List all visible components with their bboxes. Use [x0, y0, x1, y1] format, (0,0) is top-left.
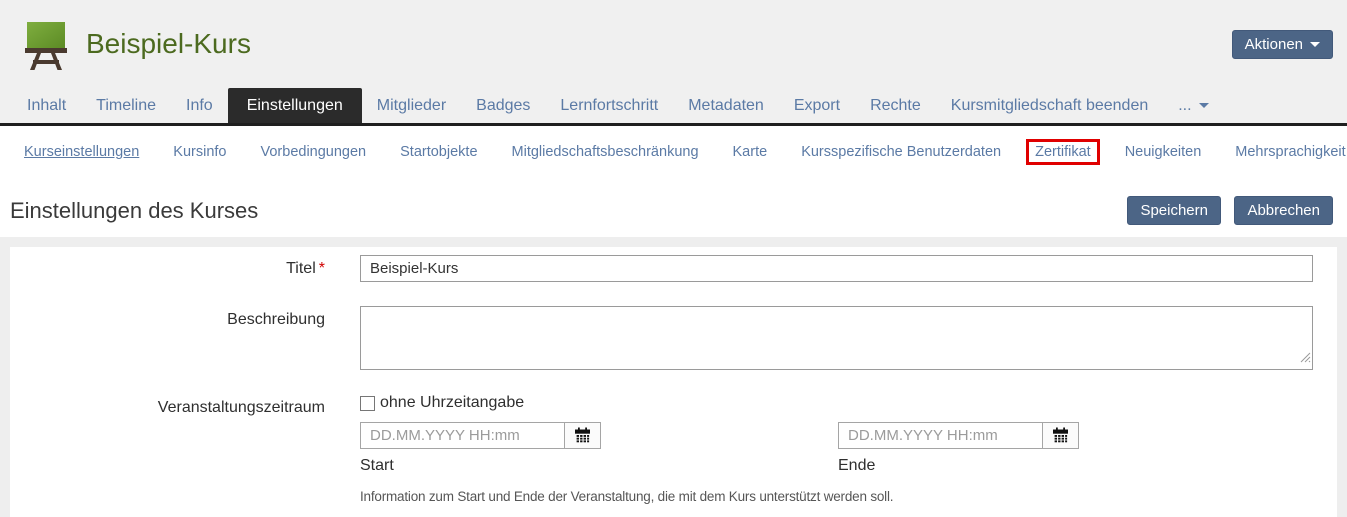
start-date-input[interactable]	[361, 423, 564, 448]
course-icon	[22, 20, 70, 72]
form-row-title: Titel*	[10, 255, 1313, 282]
title-control	[360, 255, 1313, 282]
tab-export[interactable]: Export	[779, 88, 855, 123]
tab-kursmitgliedschaft-beenden[interactable]: Kursmitgliedschaft beenden	[936, 88, 1163, 123]
title-label-text: Titel	[286, 260, 316, 277]
date-captions-row: Start Ende	[360, 457, 1313, 475]
event-period-byline: Information zum Start und Ende der Veran…	[360, 489, 1313, 504]
end-date-input[interactable]	[839, 423, 1042, 448]
tab-lernfortschritt[interactable]: Lernfortschritt	[545, 88, 673, 123]
event-period-control: ohne Uhrzeitangabe	[360, 394, 1313, 504]
description-textarea[interactable]	[360, 306, 1313, 370]
tab-metadaten[interactable]: Metadaten	[673, 88, 779, 123]
tab-timeline[interactable]: Timeline	[81, 88, 171, 123]
cancel-button[interactable]: Abbrechen	[1234, 196, 1333, 225]
start-date-group	[360, 422, 601, 449]
end-caption: Ende	[838, 457, 875, 475]
subtab-neuigkeiten[interactable]: Neuigkeiten	[1125, 144, 1202, 160]
form-container: Titel* Beschreibung Veranstaltungszeitra…	[0, 237, 1347, 517]
form-row-event-period: Veranstaltungszeitraum ohne Uhrzeitangab…	[10, 394, 1313, 504]
subtab-zertifikat-highlighted[interactable]: Zertifikat	[1026, 139, 1100, 165]
sub-tab-bar: Kurseinstellungen Kursinfo Vorbedingunge…	[0, 126, 1347, 178]
no-time-checkbox[interactable]	[360, 396, 375, 411]
title-label: Titel*	[10, 255, 325, 282]
tab-badges[interactable]: Badges	[461, 88, 545, 123]
subtab-mehrsprachigkeit[interactable]: Mehrsprachigkeit	[1235, 144, 1345, 160]
description-control	[360, 306, 1313, 370]
subtab-mitgliedschaftsbeschraenkung[interactable]: Mitgliedschaftsbeschränkung	[512, 144, 699, 160]
tab-rechte[interactable]: Rechte	[855, 88, 936, 123]
form-row-description: Beschreibung	[10, 306, 1313, 370]
no-time-checkbox-label: ohne Uhrzeitangabe	[380, 394, 524, 412]
end-date-group	[838, 422, 1079, 449]
actions-button-label: Aktionen	[1245, 36, 1303, 53]
subtab-kursinfo[interactable]: Kursinfo	[173, 144, 226, 160]
form-header-buttons: Speichern Abbrechen	[1118, 196, 1333, 225]
description-label: Beschreibung	[10, 306, 325, 370]
tab-einstellungen[interactable]: Einstellungen	[228, 88, 362, 123]
resize-grip-icon[interactable]	[1300, 350, 1311, 368]
subtab-kurseinstellungen[interactable]: Kurseinstellungen	[24, 144, 139, 160]
form-heading: Einstellungen des Kurses	[10, 198, 1118, 224]
event-period-label: Veranstaltungszeitraum	[10, 394, 325, 504]
tab-overflow-label: ...	[1178, 97, 1191, 115]
caret-down-icon	[1310, 42, 1320, 47]
subtab-vorbedingungen[interactable]: Vorbedingungen	[260, 144, 366, 160]
tab-mitglieder[interactable]: Mitglieder	[362, 88, 461, 123]
tab-overflow[interactable]: ...	[1163, 88, 1223, 123]
subtab-startobjekte[interactable]: Startobjekte	[400, 144, 477, 160]
caret-down-icon	[1199, 103, 1209, 108]
start-calendar-button[interactable]	[564, 423, 600, 448]
tab-info[interactable]: Info	[171, 88, 228, 123]
date-inputs-row	[360, 422, 1313, 449]
calendar-icon	[1052, 427, 1069, 444]
tab-inhalt[interactable]: Inhalt	[12, 88, 81, 123]
required-asterisk: *	[319, 260, 325, 277]
calendar-icon	[574, 427, 591, 444]
page-header: Beispiel-Kurs Aktionen	[0, 0, 1347, 88]
actions-button[interactable]: Aktionen	[1232, 30, 1333, 59]
start-caption: Start	[360, 457, 838, 475]
course-settings-form: Titel* Beschreibung Veranstaltungszeitra…	[10, 247, 1337, 517]
no-time-checkbox-row: ohne Uhrzeitangabe	[360, 394, 1313, 412]
page-title: Beispiel-Kurs	[86, 28, 1232, 60]
main-tab-bar: Inhalt Timeline Info Einstellungen Mitgl…	[0, 88, 1347, 126]
subtab-karte[interactable]: Karte	[733, 144, 768, 160]
subtab-kursspezifische-benutzerdaten[interactable]: Kursspezifische Benutzerdaten	[801, 144, 1001, 160]
save-button[interactable]: Speichern	[1127, 196, 1221, 225]
content-header: Einstellungen des Kurses Speichern Abbre…	[0, 178, 1347, 237]
end-calendar-button[interactable]	[1042, 423, 1078, 448]
title-input[interactable]	[360, 255, 1313, 282]
